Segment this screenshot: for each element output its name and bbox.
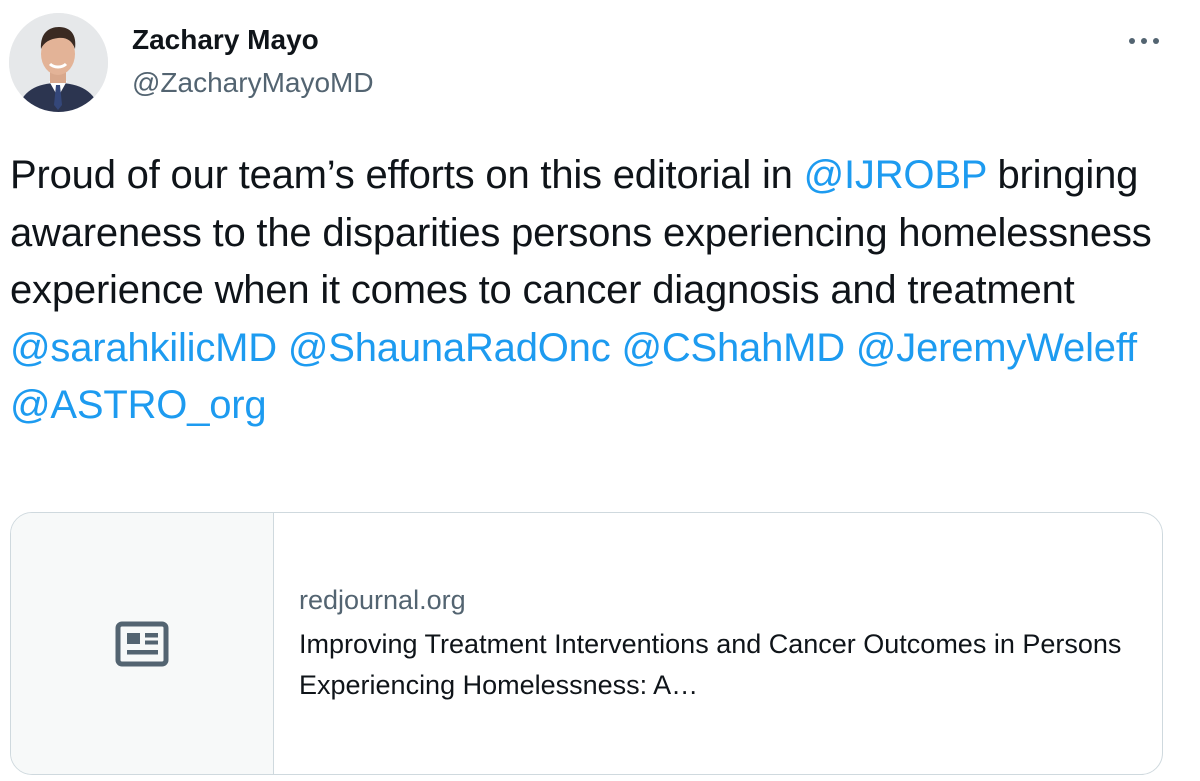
more-horizontal-icon <box>1129 38 1159 44</box>
tweet-text-segment <box>277 326 288 370</box>
more-options-button[interactable] <box>1122 26 1166 56</box>
link-card-body: redjournal.org Improving Treatment Inter… <box>274 513 1162 774</box>
link-card-title: Improving Treatment Interventions and Ca… <box>299 628 1122 700</box>
author-name[interactable]: Zachary Mayo <box>132 24 319 56</box>
tweet-text-segment <box>611 326 622 370</box>
link-card-domain: redjournal.org <box>299 584 466 615</box>
tweet-text-segment <box>845 326 856 370</box>
mention-link[interactable]: @IJROBP <box>804 153 987 197</box>
mention-link[interactable]: @sarahkilicMD <box>10 326 277 370</box>
avatar-photo <box>9 13 108 112</box>
link-card-thumbnail <box>11 513 274 774</box>
link-card[interactable]: redjournal.org Improving Treatment Inter… <box>10 512 1163 775</box>
mention-link[interactable]: @ShaunaRadOnc <box>288 326 611 370</box>
author-handle[interactable]: @ZacharyMayoMD <box>132 67 374 99</box>
mention-link[interactable]: @JeremyWeleff <box>856 326 1137 370</box>
tweet-text-segment: Proud of our team’s efforts on this edit… <box>10 153 804 197</box>
mention-link[interactable]: @CShahMD <box>621 326 845 370</box>
article-icon <box>115 621 169 666</box>
avatar[interactable] <box>9 13 108 112</box>
tweet-text: Proud of our team’s efforts on this edit… <box>10 147 1190 435</box>
mention-link[interactable]: @ASTRO_org <box>10 383 267 427</box>
